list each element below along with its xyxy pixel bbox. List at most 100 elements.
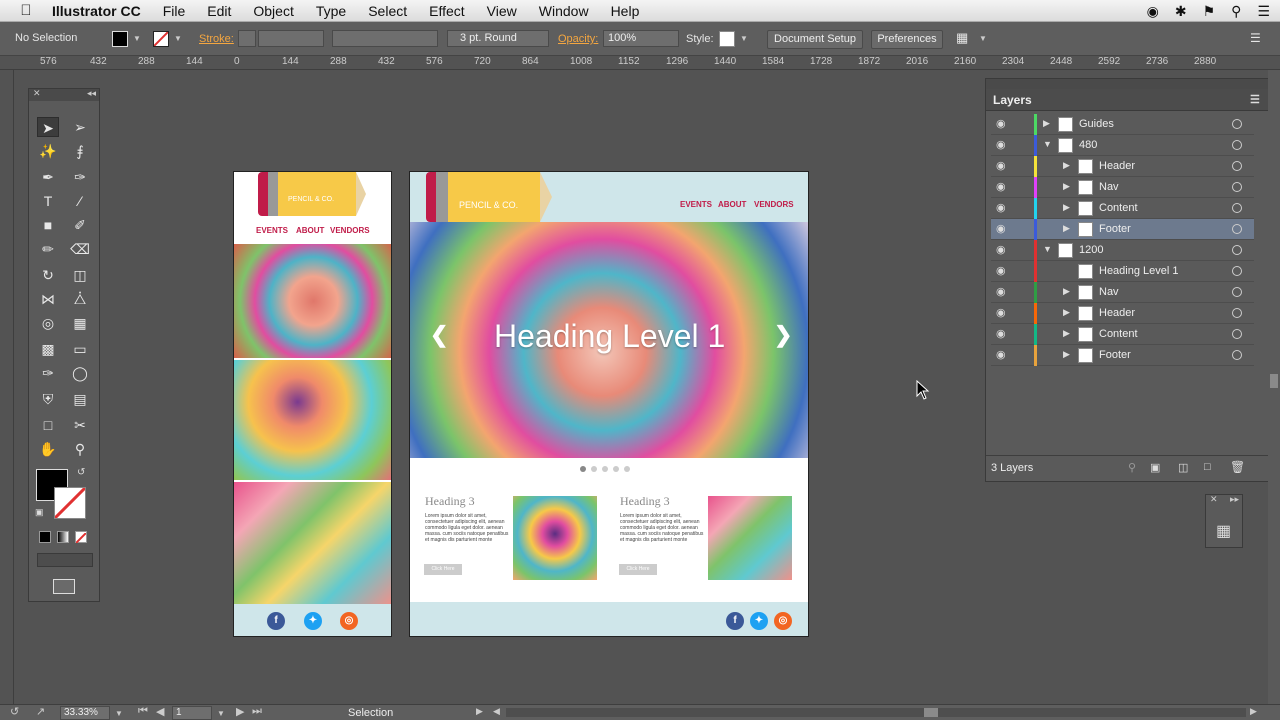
facebook-icon[interactable]: f bbox=[267, 612, 285, 630]
scale-tool-icon[interactable]: ◫ bbox=[69, 265, 91, 285]
scroll-thumb[interactable] bbox=[924, 708, 938, 717]
expand-triangle-icon[interactable]: ▶ bbox=[1063, 181, 1070, 192]
carousel-next-icon[interactable]: ❯ bbox=[774, 322, 792, 348]
layer-row[interactable]: ◉ ▶ Content bbox=[991, 198, 1254, 219]
layer-name[interactable]: 1200 bbox=[1079, 244, 1103, 256]
expand-triangle-icon[interactable]: ▶ bbox=[1063, 202, 1070, 213]
layer-row[interactable]: ◉ Heading Level 1 bbox=[991, 261, 1254, 282]
eraser-tool-icon[interactable]: ⌫ bbox=[69, 239, 91, 259]
zoom-dropdown-icon[interactable]: ▼ bbox=[115, 709, 123, 718]
menu-window[interactable]: Window bbox=[539, 3, 589, 19]
menu-edit[interactable]: Edit bbox=[207, 3, 231, 19]
menu-help[interactable]: Help bbox=[611, 3, 640, 19]
visibility-eye-icon[interactable]: ◉ bbox=[996, 264, 1006, 277]
visibility-eye-icon[interactable]: ◉ bbox=[996, 201, 1006, 214]
target-circle-icon[interactable] bbox=[1232, 287, 1242, 297]
stroke-label[interactable]: Stroke: bbox=[199, 33, 234, 45]
layer-name[interactable]: Nav bbox=[1099, 181, 1119, 193]
spotlight-search-icon[interactable]: ⚲ bbox=[1231, 3, 1241, 20]
artboard-dropdown-icon[interactable]: ▼ bbox=[217, 709, 225, 718]
visibility-eye-icon[interactable]: ◉ bbox=[996, 222, 1006, 235]
artboard-number-field[interactable]: 1 bbox=[172, 706, 212, 720]
carousel-prev-icon[interactable]: ❮ bbox=[430, 322, 448, 348]
first-artboard-icon[interactable]: ⏮ bbox=[138, 705, 148, 718]
arrange-dropdown-icon[interactable]: ▼ bbox=[979, 34, 987, 43]
layer-name[interactable]: Footer bbox=[1099, 223, 1131, 235]
panel-menu-icon[interactable]: ☰ bbox=[1250, 93, 1260, 106]
mesh-tool-icon[interactable]: ▩ bbox=[37, 339, 59, 359]
app-name-menu[interactable]: Illustrator CC bbox=[52, 3, 141, 19]
vertical-scrollbar[interactable] bbox=[1268, 70, 1280, 704]
last-artboard-icon[interactable]: ⏭ bbox=[252, 705, 262, 718]
collapse-triangle-icon[interactable]: ▼ bbox=[1043, 139, 1052, 149]
expand-triangle-icon[interactable]: ▶ bbox=[1063, 349, 1070, 360]
nav-events-link[interactable]: EVENTS bbox=[256, 226, 288, 235]
direct-selection-tool-icon[interactable]: ➢ bbox=[69, 117, 91, 137]
gradient-tool-icon[interactable]: ▭ bbox=[69, 339, 91, 359]
brush-definition-field[interactable]: 3 pt. Round bbox=[447, 30, 549, 47]
scroll-left-icon[interactable]: ◀ bbox=[493, 706, 500, 717]
visibility-eye-icon[interactable]: ◉ bbox=[996, 243, 1006, 256]
stroke-swatch[interactable] bbox=[153, 31, 169, 47]
card-click-button[interactable]: Click Here bbox=[619, 564, 657, 575]
expand-triangle-icon[interactable]: ▶ bbox=[1063, 307, 1070, 318]
visibility-eye-icon[interactable]: ◉ bbox=[996, 138, 1006, 151]
rss-icon[interactable]: ◎ bbox=[774, 612, 792, 630]
bluetooth-icon[interactable]: ✱ bbox=[1175, 3, 1187, 20]
new-layer-icon[interactable]: □ bbox=[1204, 461, 1211, 473]
layer-row[interactable]: ◉ ▼ 1200 bbox=[991, 240, 1254, 261]
layer-row[interactable]: ◉ ▶ Footer bbox=[991, 345, 1254, 366]
facebook-icon[interactable]: f bbox=[726, 612, 744, 630]
horizontal-ruler[interactable]: 576 432 288 144 0 144 288 432 576 720 86… bbox=[0, 56, 1280, 70]
expand-triangle-icon[interactable]: ▶ bbox=[1063, 328, 1070, 339]
blend-tool-icon[interactable]: ◯ bbox=[69, 363, 91, 383]
color-mode-icon[interactable] bbox=[39, 531, 51, 543]
fill-swatch[interactable] bbox=[112, 31, 128, 47]
control-panel-menu-icon[interactable]: ☰ bbox=[1250, 31, 1261, 45]
target-circle-icon[interactable] bbox=[1232, 266, 1242, 276]
flag-icon[interactable]: ⚑ bbox=[1203, 3, 1216, 20]
visibility-eye-icon[interactable]: ◉ bbox=[996, 327, 1006, 340]
layer-name[interactable]: Footer bbox=[1099, 349, 1131, 361]
scroll-right-icon[interactable]: ▶ bbox=[1250, 706, 1257, 717]
collapse-icon[interactable]: ◂◂ bbox=[87, 88, 96, 99]
screen-mode-icon[interactable] bbox=[53, 579, 75, 594]
make-clipping-mask-icon[interactable]: ▣ bbox=[1150, 461, 1160, 474]
curvature-tool-icon[interactable]: ✑ bbox=[69, 167, 91, 187]
perspective-grid-tool-icon[interactable]: ▦ bbox=[69, 313, 91, 333]
apple-icon[interactable]:  bbox=[0, 2, 52, 19]
notification-list-icon[interactable]: ☰ bbox=[1257, 3, 1270, 20]
menu-view[interactable]: View bbox=[487, 3, 517, 19]
target-circle-icon[interactable] bbox=[1232, 224, 1242, 234]
layer-name[interactable]: Content bbox=[1099, 202, 1138, 214]
collapse-triangle-icon[interactable]: ▼ bbox=[1043, 244, 1052, 254]
width-tool-icon[interactable]: ⋈ bbox=[37, 289, 59, 309]
layer-name[interactable]: Heading Level 1 bbox=[1099, 265, 1179, 277]
next-artboard-icon[interactable]: ▶ bbox=[236, 705, 244, 718]
hand-tool-icon[interactable]: ✋ bbox=[37, 439, 59, 459]
layers-tab[interactable]: Layers ☰ bbox=[986, 89, 1269, 111]
gradient-mode-icon[interactable] bbox=[57, 531, 69, 543]
paintbrush-tool-icon[interactable]: ✐ bbox=[69, 215, 91, 235]
stroke-color-box[interactable] bbox=[53, 486, 87, 520]
target-circle-icon[interactable] bbox=[1232, 329, 1242, 339]
layer-name[interactable]: Nav bbox=[1099, 286, 1119, 298]
visibility-eye-icon[interactable]: ◉ bbox=[996, 159, 1006, 172]
layer-name[interactable]: Guides bbox=[1079, 118, 1114, 130]
layer-row[interactable]: ◉ ▶ Footer bbox=[991, 219, 1254, 240]
artboard-tool-icon[interactable]: □ bbox=[37, 415, 59, 435]
preferences-button[interactable]: Preferences bbox=[871, 30, 943, 49]
layer-row[interactable]: ◉ ▶ Nav bbox=[991, 282, 1254, 303]
type-tool-icon[interactable]: T bbox=[37, 191, 59, 211]
artboard-480[interactable]: PENCIL & CO. EVENTS ABOUT VENDORS f ✦ ◎ bbox=[233, 171, 392, 637]
target-circle-icon[interactable] bbox=[1232, 161, 1242, 171]
horizontal-scrollbar[interactable] bbox=[506, 708, 1246, 717]
nav-about-link[interactable]: ABOUT bbox=[718, 200, 746, 209]
variable-width-profile[interactable] bbox=[332, 30, 438, 47]
nav-vendors-link[interactable]: VENDORS bbox=[330, 226, 370, 235]
scroll-thumb[interactable] bbox=[1270, 374, 1278, 388]
none-mode-icon[interactable] bbox=[75, 531, 87, 544]
free-transform-tool-icon[interactable]: ⧊ bbox=[69, 289, 91, 309]
visibility-eye-icon[interactable]: ◉ bbox=[996, 117, 1006, 130]
carousel-dot[interactable] bbox=[591, 466, 597, 472]
